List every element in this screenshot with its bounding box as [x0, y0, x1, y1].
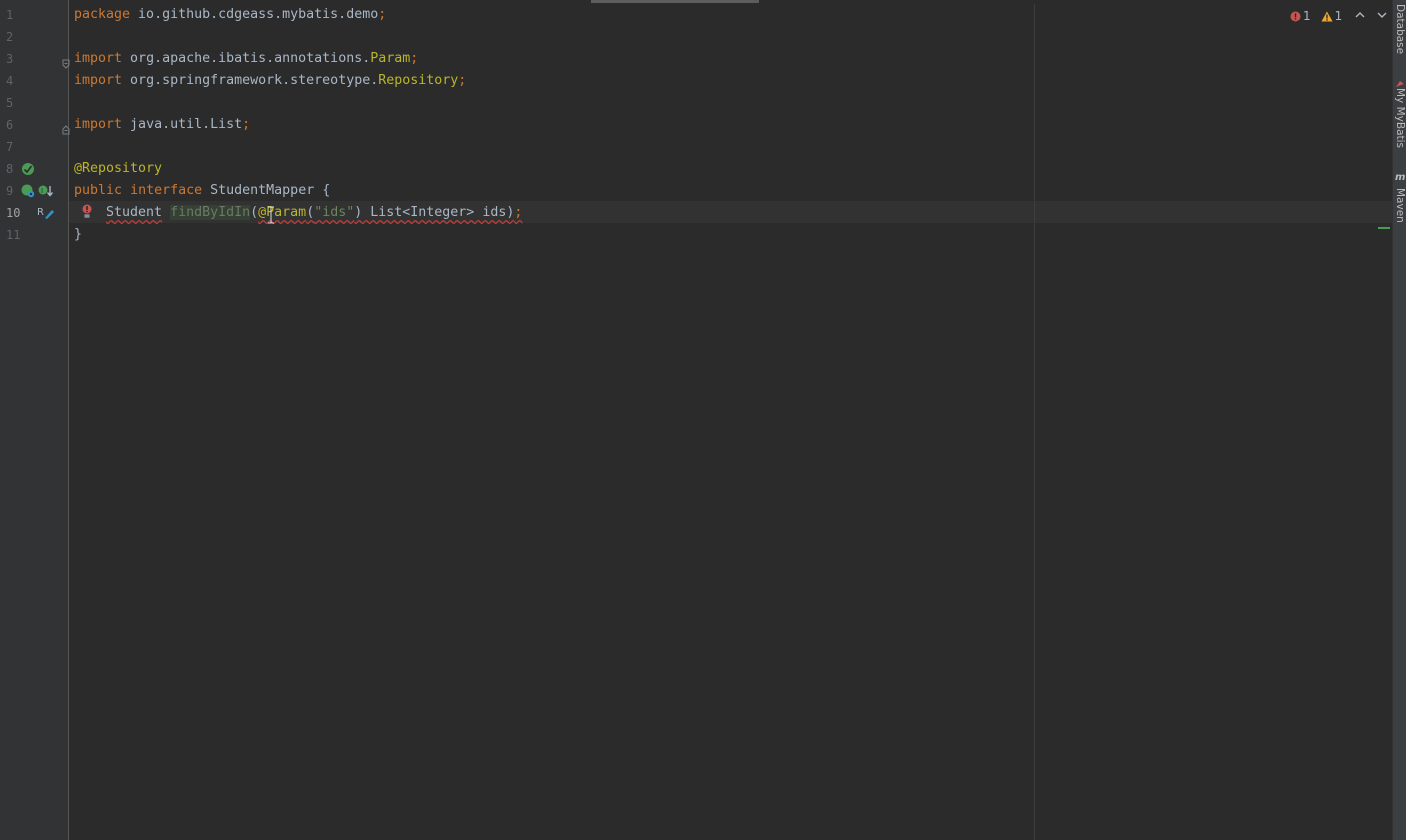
string-literal: "ids" [314, 205, 355, 220]
tool-tab-database[interactable]: Database [1393, 4, 1406, 54]
line-number: 4 [6, 74, 14, 88]
error-bulb-icon[interactable] [81, 203, 95, 218]
code-line-6[interactable]: import java.util.List; [74, 114, 250, 136]
import-path: org.apache.ibatis.annotations. [122, 51, 371, 66]
line-number-current: 10 [6, 206, 21, 220]
code-line-8[interactable]: @Repository [74, 158, 162, 180]
semicolon: ; [378, 7, 387, 22]
ide-window: 1 2 3 4 5 6 7 8 9 10 11 I R package io.g… [0, 0, 1406, 840]
keyword: interface [130, 183, 203, 198]
line-number: 5 [6, 96, 14, 110]
semicolon: ; [242, 117, 251, 132]
paren: ( [250, 205, 259, 220]
code-line-9[interactable]: public interface StudentMapper { [74, 180, 330, 202]
keyword: import [74, 117, 123, 132]
line-number: 2 [6, 30, 14, 44]
closing-brace: } [74, 227, 83, 242]
right-margin-guide [1034, 4, 1035, 840]
tool-tab-my-mybatis[interactable]: My MyBatis [1393, 88, 1406, 148]
paren: ( [306, 205, 315, 220]
warning-count[interactable]: 1 [1321, 9, 1343, 23]
change-marker[interactable] [1378, 227, 1390, 229]
line-number: 11 [6, 228, 21, 242]
line-number: 1 [6, 8, 14, 22]
line-number: 3 [6, 52, 14, 66]
keyword: import [74, 51, 123, 66]
keyword: import [74, 73, 123, 88]
i-beam-cursor-icon [267, 206, 275, 224]
import-path: java.util.List [122, 117, 243, 132]
code-line-1[interactable]: package io.github.cdgeass.mybatis.demo; [74, 4, 386, 26]
right-tool-window-strip: Database My MyBatis m Maven [1392, 0, 1406, 840]
keyword: package [74, 7, 131, 22]
horizontal-scrollbar[interactable] [591, 0, 759, 3]
spring-bean-gear-icon[interactable] [21, 183, 35, 198]
import-class: Repository [378, 73, 459, 88]
import-class: Param [370, 51, 411, 66]
import-path: org.springframework.stereotype. [122, 73, 379, 88]
svg-text:R: R [37, 207, 44, 218]
return-type: Student [106, 205, 163, 220]
error-count[interactable]: 1 [1290, 9, 1311, 23]
editor-gutter: 1 2 3 4 5 6 7 8 9 10 11 I R [0, 0, 70, 840]
keyword: public [74, 183, 123, 198]
annotation: @Repository [74, 161, 163, 176]
svg-text:I: I [41, 187, 43, 195]
spring-bean-icon[interactable] [21, 161, 35, 175]
error-icon [1290, 11, 1301, 21]
package-name: io.github.cdgeass.mybatis.demo [130, 7, 379, 22]
warning-count-label: 1 [1334, 9, 1343, 23]
semicolon: ; [514, 205, 523, 220]
interface-name: StudentMapper { [202, 183, 331, 198]
param-list: ) List<Integer> ids) [354, 205, 515, 220]
line-number: 7 [6, 140, 14, 154]
code-line-3[interactable]: import org.apache.ibatis.annotations.Par… [74, 48, 418, 70]
inspection-widget[interactable]: 1 1 [1290, 7, 1388, 25]
tool-tab-maven[interactable]: Maven [1393, 188, 1406, 223]
line-number: 6 [6, 118, 14, 132]
code-line-11[interactable]: } [74, 224, 82, 246]
mybatis-statement-icon[interactable]: R [37, 204, 54, 219]
param-annotation: @Param [258, 205, 307, 220]
warning-icon [1321, 11, 1333, 21]
previous-highlight-icon[interactable] [1354, 9, 1366, 23]
semicolon: ; [410, 51, 419, 66]
code-line-4[interactable]: import org.springframework.stereotype.Re… [74, 70, 466, 92]
semicolon: ; [458, 73, 467, 88]
code-editor[interactable]: package io.github.cdgeass.mybatis.demo; … [69, 0, 1392, 840]
error-count-label: 1 [1303, 9, 1311, 23]
maven-icon: m [1395, 172, 1406, 183]
next-highlight-icon[interactable] [1376, 9, 1388, 23]
implemented-down-icon[interactable]: I [38, 183, 54, 197]
method-name: findByIdIn [170, 205, 251, 220]
code-line-10[interactable]: Student findByIdIn(@Param("ids") List<In… [106, 202, 522, 224]
